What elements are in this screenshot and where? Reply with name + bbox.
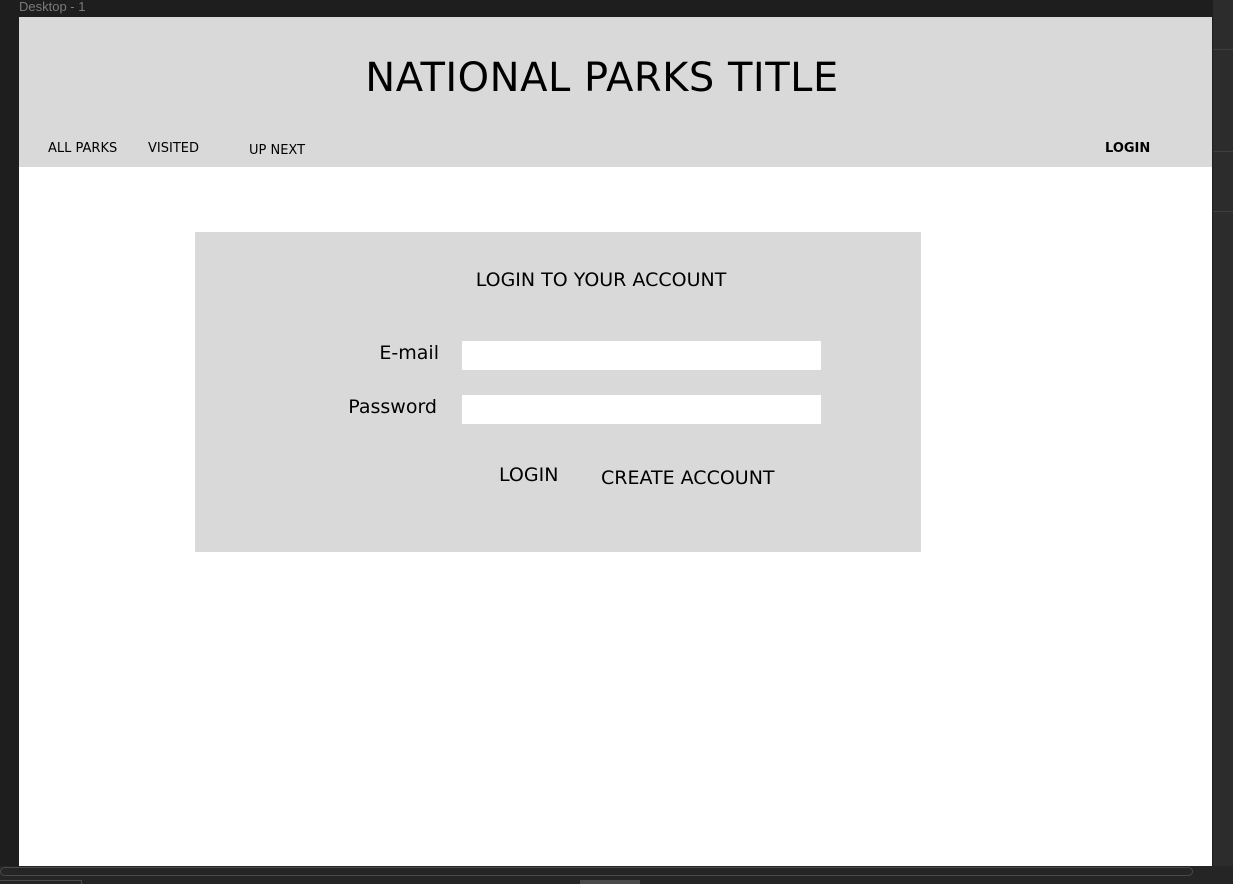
login-card-title: LOGIN TO YOUR ACCOUNT <box>475 269 727 291</box>
horizontal-scrollbar[interactable] <box>0 866 1233 884</box>
email-field[interactable] <box>462 341 821 370</box>
password-field[interactable] <box>462 395 821 424</box>
desktop-frame: NATIONAL PARKS TITLE ALL PARKS VISITED U… <box>19 17 1212 866</box>
email-label: E-mail <box>379 342 439 364</box>
nav-up-next[interactable]: UP NEXT <box>249 143 305 158</box>
panel-divider <box>1213 211 1233 212</box>
frame-label[interactable]: Desktop - 1 <box>19 0 85 14</box>
create-account-button[interactable]: CREATE ACCOUNT <box>601 467 775 489</box>
scrollbar-track[interactable] <box>0 867 1193 876</box>
password-label: Password <box>348 396 437 418</box>
nav-visited[interactable]: VISITED <box>148 141 199 156</box>
login-card: LOGIN TO YOUR ACCOUNT E-mail Password LO… <box>195 232 921 552</box>
right-side-panel <box>1213 0 1233 884</box>
nav-login[interactable]: LOGIN <box>1105 141 1150 156</box>
site-header: NATIONAL PARKS TITLE ALL PARKS VISITED U… <box>19 17 1212 167</box>
panel-divider <box>1213 49 1233 50</box>
panel-divider <box>1213 151 1233 152</box>
nav-all-parks[interactable]: ALL PARKS <box>48 141 117 156</box>
design-canvas: Desktop - 1 NATIONAL PARKS TITLE ALL PAR… <box>0 0 1233 884</box>
site-title: NATIONAL PARKS TITLE <box>365 55 839 101</box>
login-button[interactable]: LOGIN <box>499 464 558 486</box>
page-tab[interactable] <box>0 880 82 884</box>
scrollbar-thumb[interactable] <box>580 880 640 884</box>
